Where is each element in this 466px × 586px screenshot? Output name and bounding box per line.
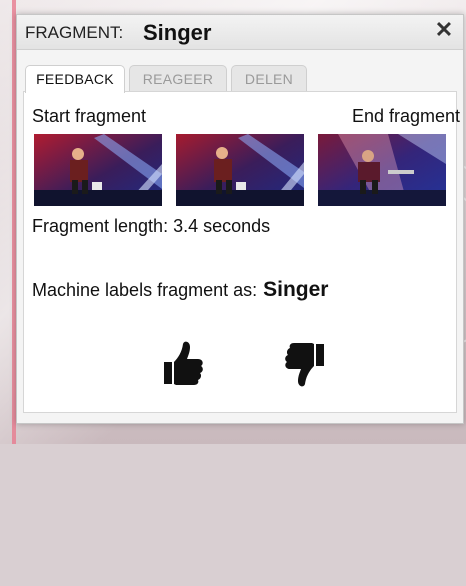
fragment-length-text: Fragment length: 3.4 seconds: [32, 216, 271, 236]
machine-label-value: Singer: [263, 278, 329, 301]
fragment-dialog: FRAGMENT: Singer ✕ FEEDBACK REAGEER DELE…: [16, 14, 464, 424]
tab-feedback[interactable]: FEEDBACK: [25, 65, 125, 93]
middle-frame-thumbnail[interactable]: [176, 134, 304, 206]
machine-label-line: Machine labels fragment as: Singer: [32, 278, 328, 302]
feedback-panel: Start fragment End fragment Fragment len…: [23, 91, 460, 413]
dialog-titlebar: FRAGMENT: Singer ✕: [17, 15, 463, 50]
machine-label-text: Machine labels fragment as:: [32, 280, 258, 300]
dialog-title-prefix: FRAGMENT:: [25, 23, 124, 42]
start-frame-thumbnail[interactable]: [34, 134, 162, 206]
thumbs-down-icon[interactable]: [282, 340, 328, 388]
end-frame-thumbnail[interactable]: [318, 134, 446, 206]
start-fragment-label: Start fragment: [32, 106, 147, 126]
tab-reageer[interactable]: REAGEER: [129, 65, 227, 92]
end-fragment-label: End fragment: [351, 106, 460, 126]
dialog-title-name: Singer: [143, 20, 212, 45]
close-icon[interactable]: ✕: [433, 19, 455, 41]
thumbs-up-icon[interactable]: [160, 340, 206, 388]
tab-delen[interactable]: DELEN: [231, 65, 307, 92]
